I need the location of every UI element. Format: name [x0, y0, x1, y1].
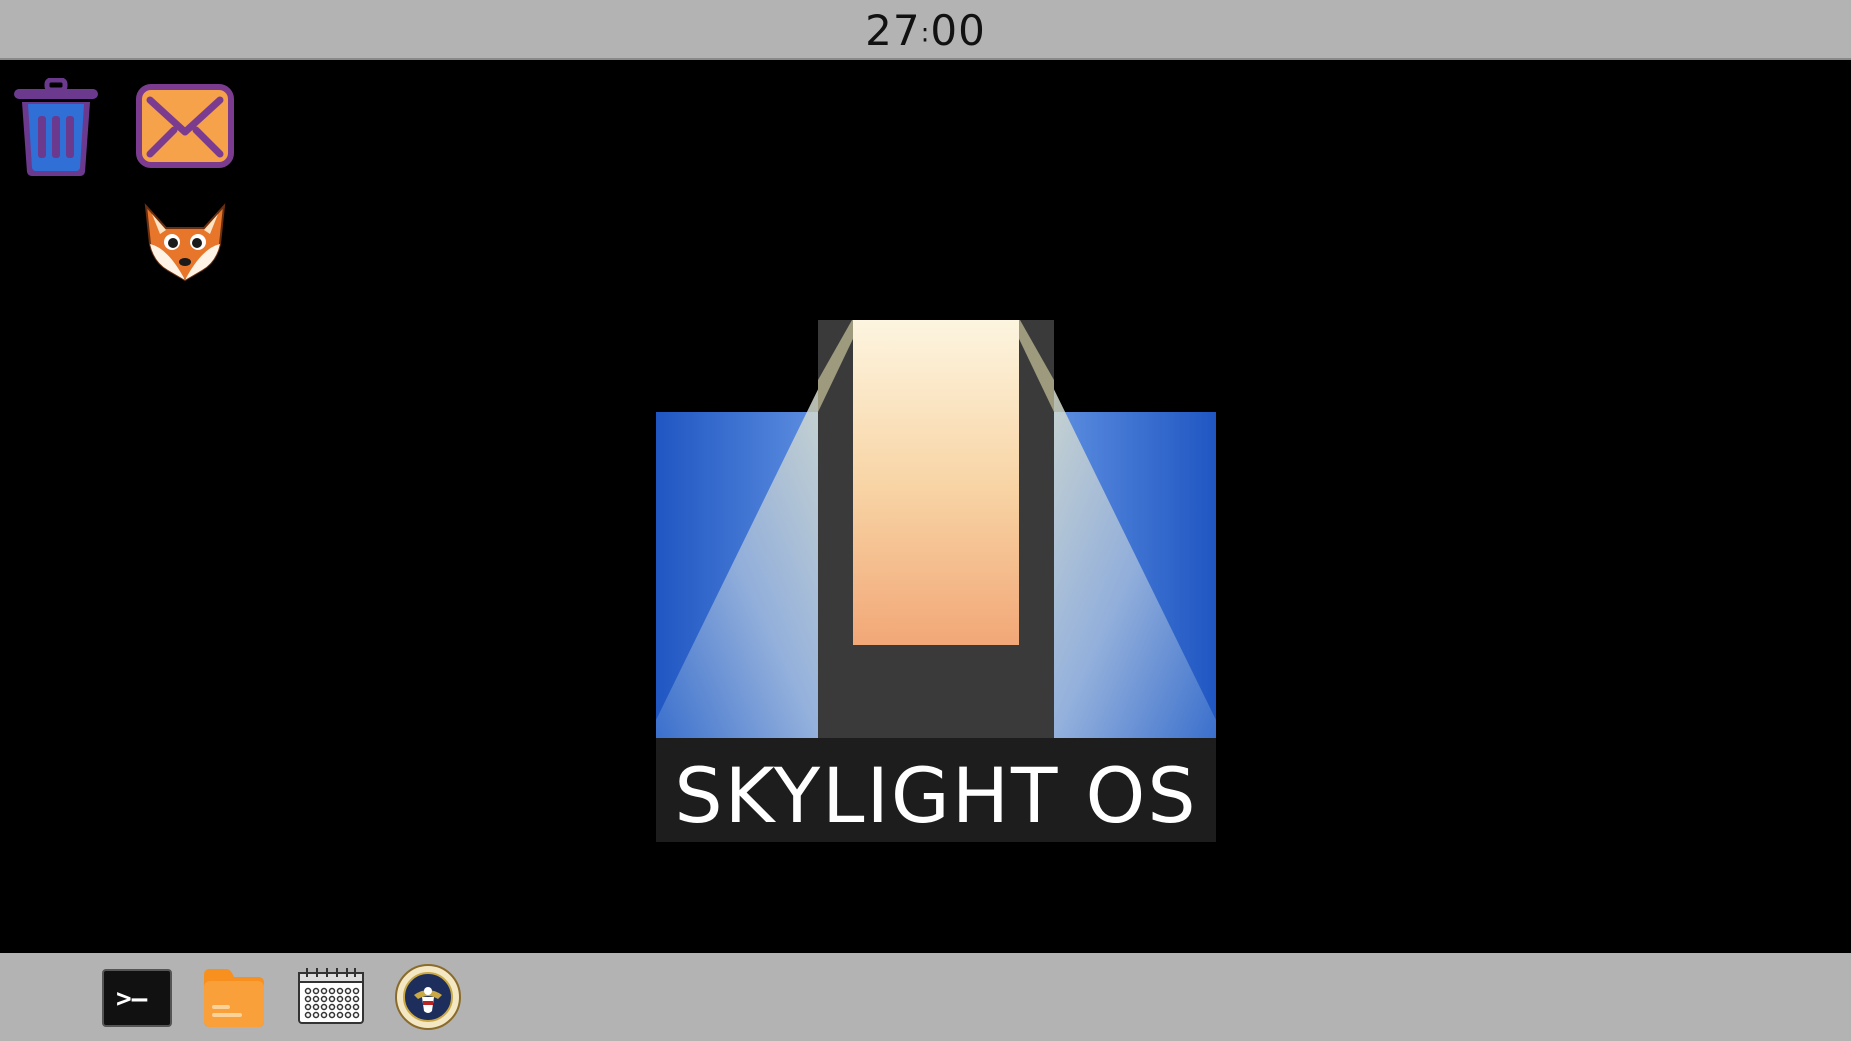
seal-icon: [395, 964, 461, 1030]
clock-minutes: 00: [930, 5, 986, 55]
taskbar: >–: [0, 953, 1851, 1041]
mail-icon: [136, 84, 234, 168]
taskbar-terminal[interactable]: >–: [102, 969, 172, 1027]
taskbar-calendar[interactable]: [296, 967, 366, 1027]
top-bar: 27:00: [0, 0, 1851, 60]
desktop: SKYLIGHT OS: [0, 60, 1851, 953]
desktop-icon-browser[interactable]: [138, 200, 232, 284]
folder-icon: [204, 969, 264, 1027]
clock[interactable]: 27:00: [865, 6, 986, 55]
terminal-icon: >–: [102, 969, 172, 1027]
clock-separator: :: [920, 18, 931, 48]
os-logo: SKYLIGHT OS: [656, 320, 1216, 842]
terminal-glyph: >–: [116, 984, 148, 1014]
calendar-icon: [298, 968, 364, 1024]
fox-icon: [144, 203, 226, 282]
taskbar-agency-seal[interactable]: [394, 963, 462, 1031]
clock-hours: 27: [865, 5, 921, 55]
logo-text: SKYLIGHT OS: [674, 751, 1198, 840]
desktop-icon-mail[interactable]: [136, 84, 234, 168]
taskbar-files[interactable]: [200, 965, 268, 1029]
desktop-icon-trash[interactable]: [10, 77, 102, 178]
trash-icon: [14, 77, 98, 176]
